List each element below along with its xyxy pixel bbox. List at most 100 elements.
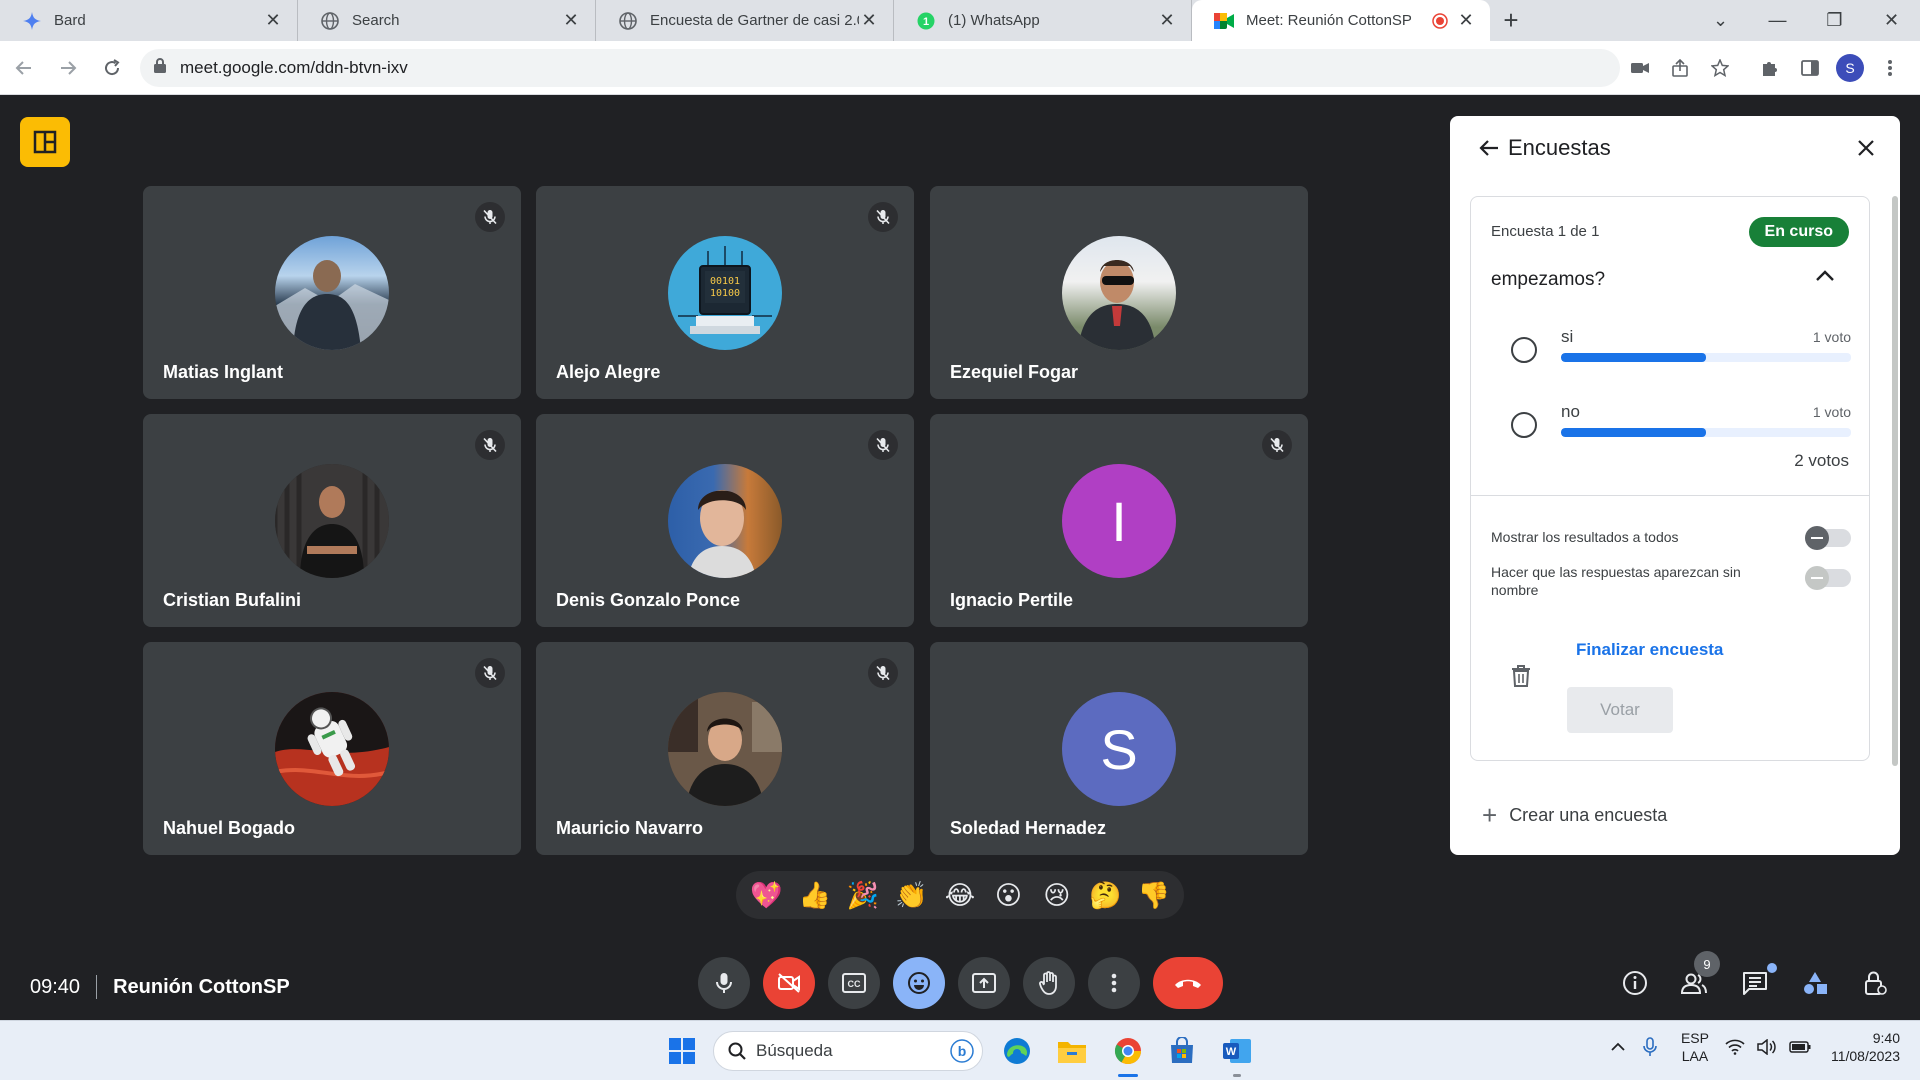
camera-off-button[interactable]: [763, 957, 815, 1009]
anonymous-toggle[interactable]: [1805, 566, 1851, 590]
forward-arrow-icon[interactable]: [48, 48, 88, 88]
participant-tile[interactable]: I Ignacio Pertile: [930, 414, 1308, 627]
muted-mic-icon: [868, 202, 898, 232]
unread-dot: [1767, 963, 1777, 973]
chat-button[interactable]: [1733, 961, 1777, 1005]
close-tab-icon[interactable]: ✕: [1456, 10, 1476, 31]
reaction-surprised[interactable]: 😮: [986, 880, 1030, 911]
browser-tab-bard[interactable]: Bard ✕: [0, 0, 298, 41]
raise-hand-button[interactable]: [1023, 957, 1075, 1009]
delete-trash-icon[interactable]: [1511, 665, 1531, 692]
wifi-icon[interactable]: [1725, 1039, 1745, 1055]
browser-tab-whatsapp[interactable]: 1 (1) WhatsApp ✕: [894, 0, 1192, 41]
reload-icon[interactable]: [92, 48, 132, 88]
word-icon[interactable]: W: [1219, 1033, 1255, 1077]
close-tab-icon[interactable]: ✕: [859, 10, 879, 31]
show-results-toggle[interactable]: [1805, 526, 1851, 550]
microphone-button[interactable]: [698, 957, 750, 1009]
present-screen-button[interactable]: [958, 957, 1010, 1009]
participant-tile[interactable]: Ezequiel Fogar: [930, 186, 1308, 399]
share-icon[interactable]: [1660, 48, 1700, 88]
bookmark-star-icon[interactable]: [1700, 48, 1740, 88]
url-text: meet.google.com/ddn-btvn-ixv: [180, 57, 408, 77]
chevron-up-icon[interactable]: [1815, 269, 1835, 287]
end-poll-button[interactable]: Finalizar encuesta: [1576, 640, 1723, 660]
edge-browser-icon[interactable]: [999, 1033, 1035, 1069]
reaction-crying[interactable]: 😢: [1035, 880, 1079, 911]
close-tab-icon[interactable]: ✕: [561, 10, 581, 31]
browser-tab-search[interactable]: Search ✕: [298, 0, 596, 41]
battery-icon[interactable]: [1789, 1041, 1811, 1053]
back-arrow-icon[interactable]: [1478, 137, 1500, 159]
google-meet-icon: [1214, 11, 1234, 31]
poll-total-votes: 2 votos: [1794, 451, 1849, 470]
meeting-info-button[interactable]: [1613, 961, 1657, 1005]
participant-tile[interactable]: Matias Inglant: [143, 186, 521, 399]
participant-tile[interactable]: 00101 10100 Alejo Alegre: [536, 186, 914, 399]
participant-tile[interactable]: Mauricio Navarro: [536, 642, 914, 855]
participant-tile[interactable]: Denis Gonzalo Ponce: [536, 414, 914, 627]
participant-tile[interactable]: Nahuel Bogado: [143, 642, 521, 855]
browser-tab-meet[interactable]: Meet: Reunión CottonSP ✕: [1192, 0, 1490, 41]
microphone-icon: [714, 972, 734, 994]
vote-bar-fill: [1561, 428, 1706, 437]
activities-shapes-icon: [1802, 970, 1828, 996]
more-options-button[interactable]: [1088, 957, 1140, 1009]
restore-button[interactable]: ❐: [1806, 0, 1863, 41]
back-arrow-icon[interactable]: [4, 48, 44, 88]
minimize-button[interactable]: —: [1749, 0, 1806, 41]
plus-icon: +: [1482, 800, 1498, 830]
vote-button[interactable]: Votar: [1567, 687, 1673, 733]
leave-call-button[interactable]: [1153, 957, 1223, 1009]
avatar: S: [1062, 692, 1176, 806]
windows-taskbar: Búsqueda b W ESP LAA 9:40 11/08/2023: [0, 1020, 1920, 1080]
taskbar-search[interactable]: Búsqueda b: [713, 1031, 983, 1071]
volume-icon[interactable]: [1757, 1039, 1777, 1055]
option-radio[interactable]: [1511, 337, 1537, 363]
captions-button[interactable]: CC: [828, 957, 880, 1009]
participant-tile[interactable]: Cristian Bufalini: [143, 414, 521, 627]
muted-mic-icon: [475, 202, 505, 232]
close-tab-icon[interactable]: ✕: [263, 10, 283, 31]
chrome-icon[interactable]: [1110, 1033, 1146, 1077]
close-icon[interactable]: [1856, 138, 1876, 158]
extensions-puzzle-icon[interactable]: [1750, 48, 1790, 88]
participant-name: Ignacio Pertile: [950, 590, 1074, 610]
side-panel-icon[interactable]: [1790, 48, 1830, 88]
reaction-clapping[interactable]: 👏: [890, 880, 934, 911]
url-bar[interactable]: meet.google.com/ddn-btvn-ixv: [140, 48, 1620, 87]
input-language[interactable]: ESP LAA: [1681, 1029, 1709, 1065]
company-logo[interactable]: [20, 117, 70, 167]
file-explorer-icon[interactable]: [1054, 1033, 1090, 1069]
system-clock[interactable]: 9:40 11/08/2023: [1831, 1029, 1900, 1065]
reaction-party-popper[interactable]: 🎉: [841, 880, 885, 911]
microsoft-store-icon[interactable]: [1164, 1033, 1200, 1069]
reaction-sparkling-heart[interactable]: 💖: [744, 880, 788, 911]
participant-tile[interactable]: S Soledad Hernadez: [930, 642, 1308, 855]
windows-start-icon[interactable]: [664, 1033, 700, 1069]
reactions-button[interactable]: [893, 957, 945, 1009]
close-window-button[interactable]: ✕: [1863, 0, 1920, 41]
profile-avatar[interactable]: S: [1836, 53, 1864, 82]
browser-tab-gartner[interactable]: Encuesta de Gartner de casi 2.000 ✕: [596, 0, 894, 41]
panel-scrollbar[interactable]: [1892, 196, 1898, 766]
search-icon: [728, 1042, 746, 1060]
bing-icon[interactable]: b: [950, 1039, 974, 1063]
activities-button[interactable]: [1793, 961, 1837, 1005]
setting-show-results: Mostrar los resultados a todos: [1491, 526, 1851, 550]
camera-in-use-icon[interactable]: [1620, 48, 1660, 88]
host-controls-button[interactable]: [1853, 961, 1897, 1005]
reaction-thumbs-down[interactable]: 👎: [1132, 880, 1176, 911]
people-button[interactable]: 9: [1672, 951, 1720, 1005]
chevron-up-icon[interactable]: [1611, 1042, 1625, 1052]
microphone-in-use-icon[interactable]: [1643, 1037, 1657, 1057]
new-tab-button[interactable]: +: [1490, 0, 1532, 41]
reaction-laughing[interactable]: 😂: [938, 880, 982, 911]
chrome-menu-icon[interactable]: [1870, 48, 1910, 88]
reaction-thumbs-up[interactable]: 👍: [793, 880, 837, 911]
create-poll-button[interactable]: + Crear una encuesta: [1482, 800, 1667, 831]
close-tab-icon[interactable]: ✕: [1157, 10, 1177, 31]
option-radio[interactable]: [1511, 412, 1537, 438]
reaction-thinking[interactable]: 🤔: [1083, 880, 1127, 911]
tab-search-chevron-icon[interactable]: ⌄: [1692, 0, 1749, 41]
